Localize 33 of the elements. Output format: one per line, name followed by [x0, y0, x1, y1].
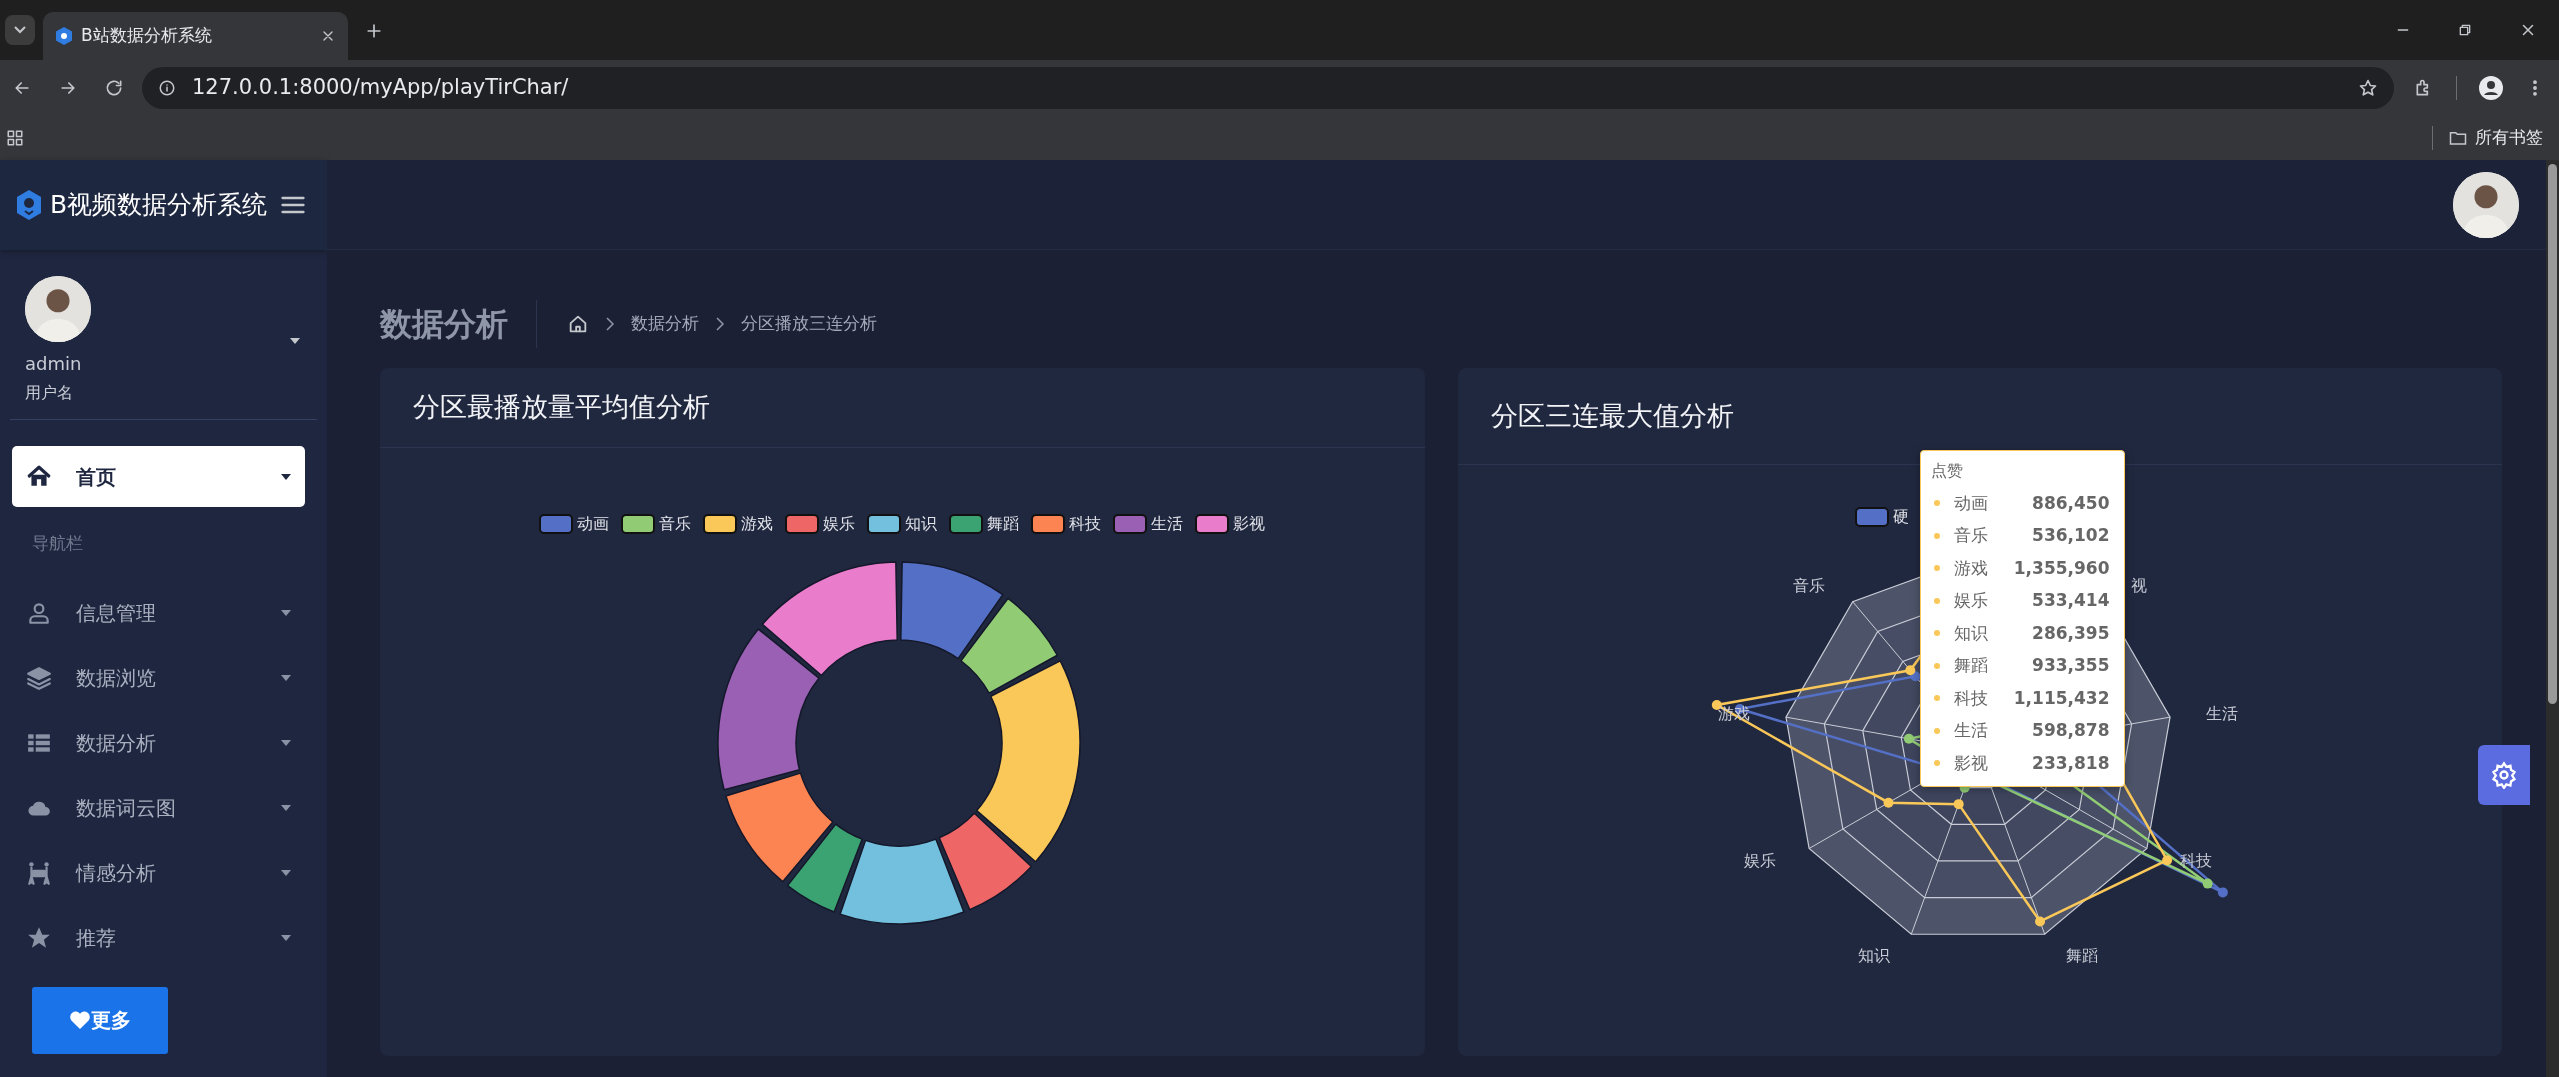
axis-label: 音乐	[1792, 575, 1824, 595]
tooltip-value: 1,355,960	[2013, 556, 2110, 580]
axis-label: 生活	[2205, 704, 2238, 724]
tooltip-title: 点赞	[1930, 460, 1964, 482]
tooltip-value: 536,102	[2032, 524, 2110, 547]
axis-label: 娱乐	[1743, 850, 1776, 870]
user-name: admin	[25, 352, 83, 376]
tooltip-label: 生活	[1953, 719, 1988, 742]
axis-label: 知识	[1857, 945, 1890, 965]
user-role: 用户名	[25, 382, 74, 404]
tooltip-label: 舞蹈	[1953, 654, 1988, 677]
tooltip-label: 动画	[1953, 491, 1988, 515]
tooltip-label: 游戏	[1953, 556, 1988, 580]
axis-label: 视	[2131, 575, 2147, 595]
tooltip-label: 知识	[1953, 621, 1988, 645]
brand-title: B视频数据分析系统	[50, 189, 268, 222]
tooltip-value: 233,818	[2032, 751, 2110, 775]
tooltip-value: 533,414	[2032, 589, 2110, 612]
tooltip-value: 286,395	[2032, 621, 2110, 645]
section-label: 导航栏	[31, 532, 84, 555]
axis-label: 舞蹈	[2065, 945, 2098, 965]
tooltip-value: 886,450	[2032, 491, 2110, 515]
page-title: 数据分析	[380, 300, 537, 348]
breadcrumb-current: 分区播放三连分析	[741, 312, 877, 336]
card-title: 分区三连最大值分析	[1490, 398, 1734, 433]
tooltip-label: 娱乐	[1953, 589, 1988, 612]
tooltip-value: 933,355	[2032, 654, 2110, 677]
card-title: 分区最播放量平均值分析	[413, 390, 710, 425]
tooltip-label: 科技	[1953, 686, 1988, 710]
tooltip-value: 598,878	[2032, 719, 2110, 742]
tooltip-value: 1,115,432	[2013, 686, 2110, 710]
tooltip-label: 影视	[1953, 751, 1988, 775]
tooltip-label: 音乐	[1953, 524, 1988, 547]
